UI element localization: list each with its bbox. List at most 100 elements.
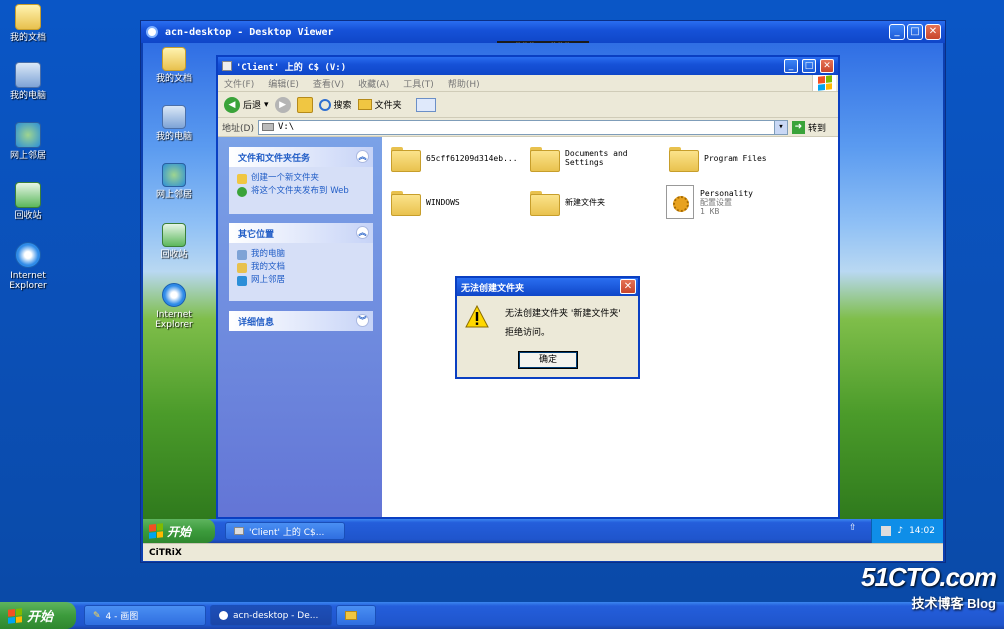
remote-desktop: 我的文档 我的电脑 网上邻居 回收站 Internet Explorer 'Cl… [143, 43, 943, 519]
remote-tray-arrow-icon[interactable]: ⇧ [849, 523, 857, 533]
search-button[interactable]: 搜索 [318, 98, 352, 111]
address-bar: 地址(D) V:\ ▾ ➜ 转到 [218, 118, 838, 137]
remote-icon-label: 我的文档 [155, 74, 192, 84]
file-item[interactable]: 新建文件夹 [529, 189, 605, 216]
folder-icon [668, 145, 699, 172]
address-label: 地址(D) [222, 123, 254, 134]
desktop-viewer-window: acn-desktop - Desktop Viewer _ □ ✕ ⠿⠿⠿ ↓… [140, 20, 946, 563]
other-places-my-computer[interactable]: 我的电脑 [237, 248, 365, 261]
other-places-my-documents[interactable]: 我的文档 [237, 261, 365, 274]
audio-icon[interactable]: ♪ [897, 526, 903, 536]
ok-button[interactable]: 确定 [518, 351, 578, 369]
network-status-icon[interactable] [881, 526, 892, 536]
task-paint[interactable]: ✎ 4 - 画图 [84, 605, 206, 626]
task-desktop-viewer[interactable]: acn-desktop - De... [210, 605, 332, 626]
windows-flag-icon [149, 523, 163, 539]
desktop-icon-label: Internet Explorer [9, 271, 47, 291]
explorer-toolbar: ◀ 后退 ▾ ▶ 搜索 文件夹 [218, 92, 838, 118]
menu-file[interactable]: 文件(F) [224, 77, 254, 90]
folders-label: 文件夹 [374, 101, 402, 111]
desktop-icon-network[interactable]: 网上邻居 [0, 122, 56, 161]
file-name: 新建文件夹 [565, 197, 605, 207]
folders-button[interactable]: 文件夹 [357, 98, 402, 111]
start-button[interactable]: 开始 [0, 602, 76, 629]
viewer-minimize-button[interactable]: _ [889, 24, 905, 40]
details-header[interactable]: 详细信息 ︾ [229, 311, 373, 331]
desktop-icon-recycle-bin[interactable]: 回收站 [0, 182, 56, 221]
up-folder-icon[interactable] [296, 96, 313, 113]
remote-icon-network[interactable]: 网上邻居 [146, 163, 202, 200]
file-tasks-header[interactable]: 文件和文件夹任务 ︽ [229, 147, 373, 167]
watermark-blog: Blog [967, 596, 996, 611]
make-new-folder-link[interactable]: 创建一个新文件夹 [237, 172, 365, 185]
watermark-title: 51CTO.com [860, 562, 997, 592]
dialog-close-button[interactable]: ✕ [620, 279, 636, 294]
publish-web-link[interactable]: 将这个文件夹发布到 Web [237, 185, 365, 198]
remote-icon-ie[interactable]: Internet Explorer [146, 283, 202, 330]
new-folder-icon [237, 174, 247, 184]
remote-icon-my-documents[interactable]: 我的文档 [146, 47, 202, 84]
explorer-close-button[interactable]: ✕ [820, 59, 834, 73]
file-item[interactable]: Program Files [668, 145, 767, 172]
file-name: Program Files [704, 153, 767, 163]
viewer-maximize-button[interactable]: □ [907, 24, 923, 40]
file-item[interactable]: Personality 配置设置 1 KB [666, 185, 753, 219]
remote-icon-my-computer[interactable]: 我的电脑 [146, 105, 202, 142]
collapse-chevron-icon[interactable]: ︽ [356, 150, 369, 163]
remote-task-explorer[interactable]: 'Client' 上的 C$... [225, 522, 345, 540]
file-item[interactable]: WINDOWS [390, 189, 460, 216]
warning-icon [465, 305, 489, 328]
explorer-maximize-button[interactable]: □ [802, 59, 816, 73]
file-tasks-panel: 文件和文件夹任务 ︽ 创建一个新文件夹 将这个文件夹发布到 Web [229, 147, 373, 214]
file-tasks-title: 文件和文件夹任务 [238, 153, 311, 164]
menu-tools[interactable]: 工具(T) [403, 77, 434, 90]
menu-help[interactable]: 帮助(H) [448, 77, 480, 90]
remote-icon-label: 我的电脑 [155, 132, 192, 142]
file-item[interactable]: 65cff61209d314eb... [390, 145, 518, 172]
watermark-subtitle: 技术博客 [911, 596, 964, 611]
remote-task-label: 'Client' 上的 C$... [249, 527, 325, 538]
viewer-title-bar[interactable]: acn-desktop - Desktop Viewer [141, 21, 945, 43]
file-item[interactable]: Documents and Settings [529, 145, 639, 172]
network-places-icon [237, 276, 247, 286]
dialog-title-bar[interactable]: 无法创建文件夹 ✕ [457, 278, 638, 296]
desktop-icon-my-computer[interactable]: 我的电脑 [0, 62, 56, 101]
task-folder[interactable] [336, 605, 376, 626]
remote-icon-recycle-bin[interactable]: 回收站 [146, 223, 202, 260]
error-dialog: 无法创建文件夹 ✕ 无法创建文件夹 '新建文件夹' 拒绝访问。 确定 [455, 276, 640, 379]
file-type: 配置设置 [700, 197, 732, 207]
other-places-header[interactable]: 其它位置 ︽ [229, 223, 373, 243]
collapse-chevron-icon[interactable]: ︽ [356, 226, 369, 239]
viewer-title: acn-desktop - Desktop Viewer [165, 26, 334, 38]
menu-favorites[interactable]: 收藏(A) [358, 77, 389, 90]
other-places-network[interactable]: 网上邻居 [237, 274, 365, 287]
desktop-icon-my-documents[interactable]: 我的文档 [0, 4, 56, 43]
address-input[interactable]: V:\ ▾ [257, 119, 788, 135]
explorer-minimize-button[interactable]: _ [784, 59, 798, 73]
file-name: 65cff61209d314eb... [426, 153, 518, 163]
folder-icon [357, 99, 372, 110]
menu-edit[interactable]: 编辑(E) [268, 77, 299, 90]
back-dropdown-icon: ▾ [264, 99, 269, 110]
dialog-message: 无法创建文件夹 '新建文件夹' [505, 309, 621, 319]
go-label: 转到 [807, 123, 826, 134]
forward-button[interactable]: ▶ [274, 96, 291, 113]
menu-view[interactable]: 查看(V) [313, 77, 344, 90]
remote-start-button[interactable]: 开始 [143, 519, 215, 543]
back-button[interactable]: ◀ 后退 ▾ [224, 96, 269, 113]
details-panel: 详细信息 ︾ [229, 311, 373, 331]
views-button[interactable] [415, 97, 436, 112]
network-drive-icon [234, 527, 244, 535]
remote-icon-label: Internet Explorer [155, 310, 193, 330]
desktop-icon-ie[interactable]: Internet Explorer [0, 242, 56, 291]
desktop-icon-label: 网上邻居 [9, 151, 46, 161]
file-size: 1 KB [700, 206, 720, 216]
explorer-title-bar[interactable]: 'Client' 上的 C$ (V:) [218, 57, 838, 75]
dialog-title: 无法创建文件夹 [461, 283, 525, 294]
viewer-close-button[interactable]: ✕ [925, 24, 941, 40]
go-button[interactable]: ➜ 转到 [791, 120, 826, 134]
address-dropdown-icon[interactable]: ▾ [773, 120, 787, 134]
expand-chevron-icon[interactable]: ︾ [356, 314, 369, 327]
taskbar: 开始 ✎ 4 - 画图 acn-desktop - De... [0, 602, 1004, 629]
publish-web-label: 将这个文件夹发布到 Web [251, 186, 349, 196]
